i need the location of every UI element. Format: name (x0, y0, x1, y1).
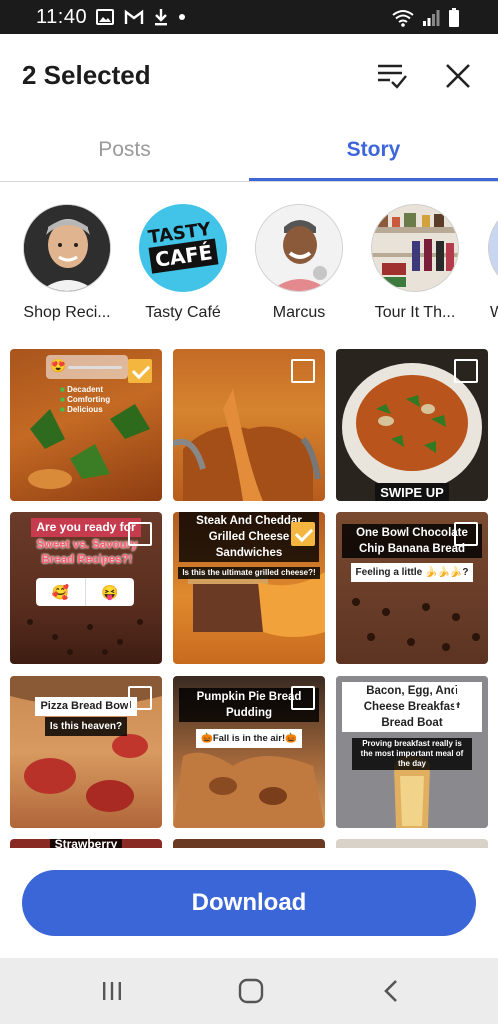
page-title: 2 Selected (22, 60, 151, 90)
story-caption: SWIPE UP (336, 483, 488, 501)
sticker-slider: 😍 (46, 355, 128, 379)
story-tile[interactable] (336, 839, 488, 848)
creator-name: Tasty Café (145, 304, 221, 321)
poll-option: 😝 (101, 583, 119, 600)
poll-option: 🥰 (36, 578, 86, 606)
creator-name: Shop Reci... (23, 304, 111, 321)
select-checkbox[interactable] (128, 359, 152, 383)
download-icon (155, 9, 167, 26)
sticker-emoji: 😍 (50, 358, 67, 373)
check-line: Comforting (67, 395, 111, 404)
select-checkbox[interactable] (128, 686, 152, 710)
story-tile[interactable]: Pumpkin Pie Bread Pudding 🎃Fall is in th… (173, 676, 325, 828)
story-caption-sub: 🎃Fall is in the air!🎃 (173, 728, 325, 748)
wifi-icon (392, 10, 414, 27)
select-checkbox[interactable] (454, 359, 478, 383)
select-checkbox[interactable] (128, 522, 152, 546)
system-navigation-bar (0, 958, 498, 1024)
story-tile[interactable]: Bacon, Egg, And Cheese Breakfast Bread B… (336, 676, 488, 828)
system-icons (392, 8, 460, 28)
creator-name: Marcus (272, 304, 326, 321)
creator-list: Shop Reci... TASTY CAFÉ Tasty Café Marcu… (0, 196, 498, 326)
avatar: TASTY CAFÉ (139, 204, 227, 292)
creator-item[interactable]: Shop Reci... (12, 204, 122, 322)
select-checkbox[interactable] (454, 686, 478, 710)
tab-posts[interactable]: Posts (0, 118, 249, 182)
story-caption-small: Proving breakfast really is the most imp… (336, 738, 488, 771)
story-tile[interactable]: Pizza Bread Bowl Is this heaven? (10, 676, 162, 828)
home-button[interactable] (236, 976, 266, 1006)
creator-name: Tour It Th... (374, 304, 456, 321)
select-checkbox[interactable] (454, 522, 478, 546)
battery-icon (449, 8, 459, 27)
story-tile[interactable]: 😍 ■ Decadent ■ Comforting ■ Delicious (10, 349, 162, 501)
creator-item[interactable]: W (476, 204, 498, 322)
check-line: Decadent (67, 385, 104, 394)
story-tile[interactable]: Strawberry (10, 839, 162, 848)
story-grid: 😍 ■ Decadent ■ Comforting ■ Delicious SW… (0, 344, 498, 848)
download-button[interactable]: Download (22, 870, 476, 936)
signal-icon (423, 10, 440, 26)
tab-story[interactable]: Story (249, 118, 498, 182)
image-icon (96, 9, 114, 25)
story-caption-sub: Feeling a little 🍌🍌🍌? (336, 562, 488, 582)
avatar (488, 204, 498, 292)
notification-icons (96, 8, 186, 26)
status-bar: 11:40 (0, 0, 498, 34)
recent-apps-icon (103, 982, 121, 1000)
header: 2 Selected (0, 34, 498, 118)
story-tile[interactable] (173, 349, 325, 501)
checklist: ■ Decadent ■ Comforting ■ Delicious (60, 385, 111, 414)
story-tile[interactable]: Steak And Cheddar Grilled Cheese Sandwic… (173, 512, 325, 664)
poll-sticker: 🥰 😝 (36, 578, 134, 606)
close-button[interactable] (438, 56, 478, 96)
creator-name: W (490, 304, 498, 321)
avatar (255, 204, 343, 292)
back-button[interactable] (376, 976, 406, 1006)
select-all-button[interactable] (372, 56, 412, 96)
select-checkbox[interactable] (291, 522, 315, 546)
status-time: 11:40 (36, 6, 88, 28)
story-caption-sub: Is this heaven? (10, 716, 162, 736)
recent-apps-button[interactable] (97, 976, 127, 1006)
select-checkbox[interactable] (291, 359, 315, 383)
avatar (371, 204, 459, 292)
home-icon (238, 978, 264, 1004)
avatar (23, 204, 111, 292)
story-caption-small: Is this the ultimate grilled cheese?! (173, 562, 325, 580)
story-tile[interactable]: One Bowl Chocolate Chip Banana Bread Fee… (336, 512, 488, 664)
check-line: Delicious (67, 405, 103, 414)
creator-item[interactable]: Marcus (244, 204, 354, 322)
story-tile[interactable] (173, 839, 325, 848)
select-all-icon (378, 64, 407, 89)
story-tile[interactable]: Are you ready for Sweet vs. Savoury Brea… (10, 512, 162, 664)
close-icon (446, 64, 470, 88)
story-caption: Strawberry (10, 839, 162, 848)
back-icon (384, 980, 397, 1002)
tab-active-indicator (249, 178, 498, 181)
gmail-icon (124, 9, 144, 24)
creator-item[interactable]: Tour It Th... (360, 204, 470, 322)
creator-item[interactable]: TASTY CAFÉ Tasty Café (128, 204, 238, 322)
dot-icon (179, 14, 185, 20)
tab-bar: Posts Story (0, 118, 498, 182)
select-checkbox[interactable] (291, 686, 315, 710)
story-tile[interactable]: SWIPE UP (336, 349, 488, 501)
